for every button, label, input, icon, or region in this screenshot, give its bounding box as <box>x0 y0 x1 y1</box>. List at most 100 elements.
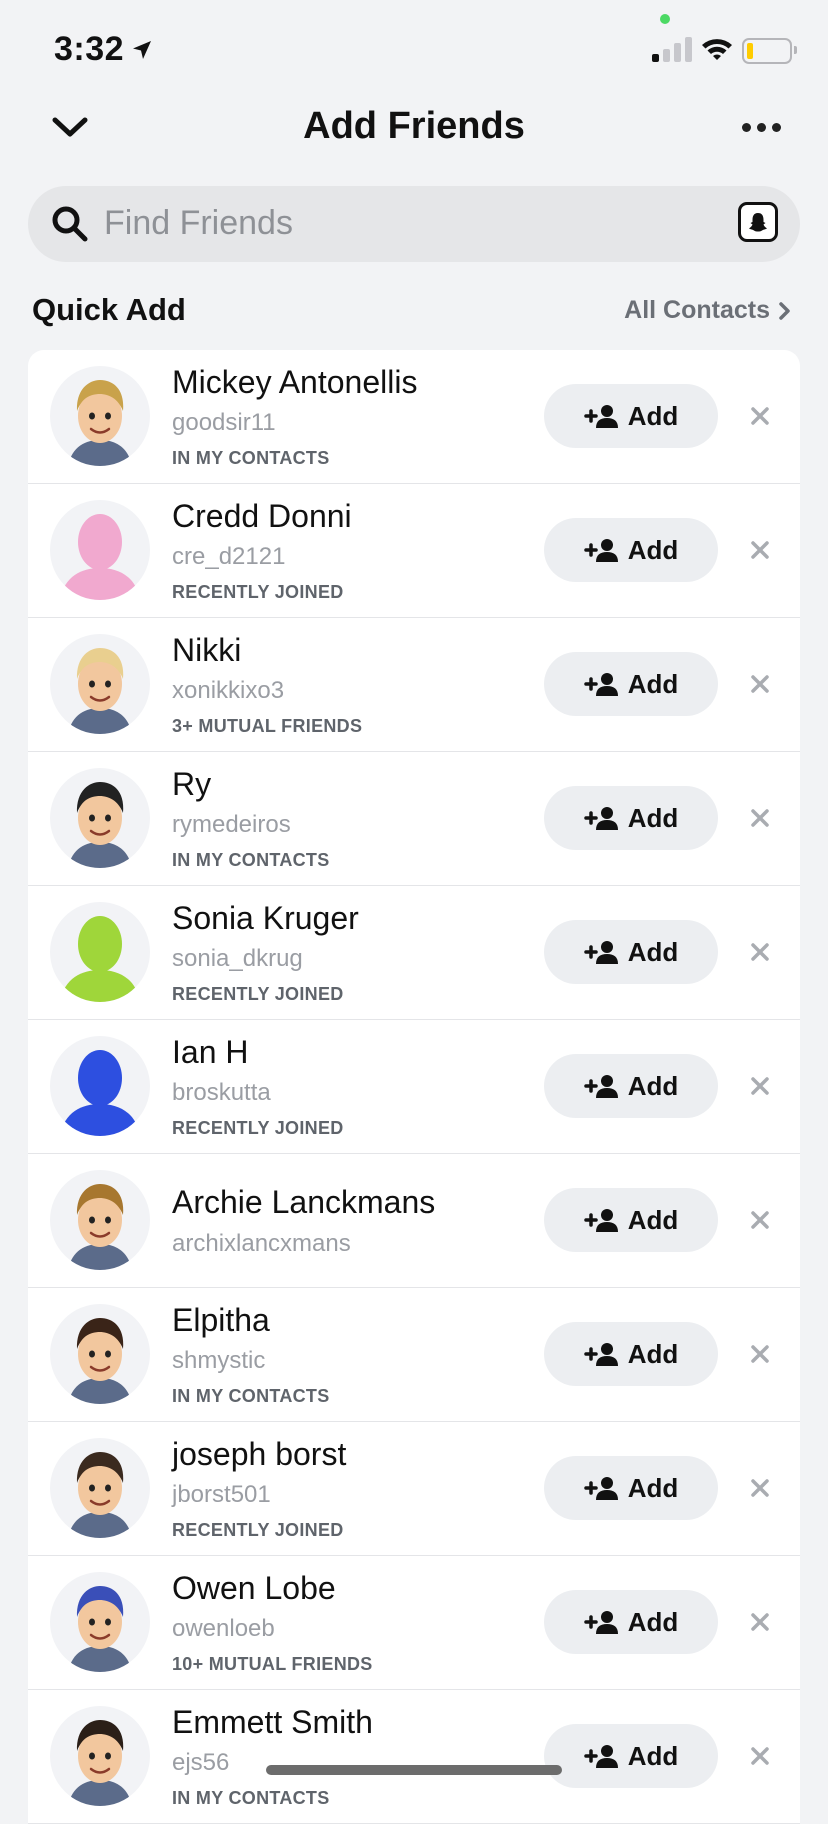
friend-reason: IN MY CONTACTS <box>172 1386 330 1406</box>
avatar[interactable] <box>50 902 150 1002</box>
friend-name: Nikki <box>172 632 242 668</box>
dismiss-button[interactable] <box>742 1604 778 1640</box>
add-button-label: Add <box>627 1606 679 1637</box>
list-item[interactable]: Nikki xonikkixo3 3+ MUTUAL FRIENDS Add <box>28 618 800 752</box>
add-button-label: Add <box>627 936 679 967</box>
avatar[interactable] <box>50 768 150 868</box>
avatar[interactable] <box>50 1706 150 1806</box>
close-icon <box>751 1345 769 1363</box>
dismiss-button[interactable] <box>742 1336 778 1372</box>
add-friend-button[interactable]: Add <box>544 384 718 448</box>
dismiss-button[interactable] <box>742 1738 778 1774</box>
more-options-button[interactable] <box>736 109 786 145</box>
location-arrow-icon <box>130 38 154 67</box>
dismiss-button[interactable] <box>742 532 778 568</box>
add-button-label: Add <box>627 1740 679 1771</box>
add-button-label: Add <box>627 1070 679 1101</box>
friend-name: Ian H <box>172 1034 249 1070</box>
ghost-icon <box>749 213 767 232</box>
close-icon <box>751 541 769 559</box>
add-friend-button[interactable]: Add <box>544 786 718 850</box>
add-friend-button[interactable]: Add <box>544 1456 718 1520</box>
friend-username: cre_d2121 <box>172 543 286 570</box>
dismiss-button[interactable] <box>742 1202 778 1238</box>
dismiss-button[interactable] <box>742 1068 778 1104</box>
list-item[interactable]: Credd Donni cre_d2121 RECENTLY JOINED Ad… <box>28 484 800 618</box>
avatar[interactable] <box>50 1036 150 1136</box>
list-item[interactable]: Mickey Antonellis goodsir11 IN MY CONTAC… <box>28 350 800 484</box>
all-contacts-link[interactable]: All Contacts <box>624 296 792 325</box>
add-friend-icon <box>583 1209 618 1232</box>
dismiss-button[interactable] <box>742 398 778 434</box>
add-friend-button[interactable]: Add <box>544 1322 718 1386</box>
friend-username: goodsir11 <box>172 409 276 436</box>
dismiss-button[interactable] <box>742 934 778 970</box>
add-friend-button[interactable]: Add <box>544 1724 718 1788</box>
friend-reason: IN MY CONTACTS <box>172 850 330 870</box>
friend-name: Owen Lobe <box>172 1570 336 1606</box>
list-item[interactable]: joseph borst jborst501 RECENTLY JOINED A… <box>28 1422 800 1556</box>
add-button-label: Add <box>627 802 679 833</box>
close-icon <box>751 809 769 827</box>
add-button-label: Add <box>627 400 679 431</box>
search-bar[interactable]: Find Friends <box>28 186 800 262</box>
list-item[interactable]: Emmett Smith ejs56 IN MY CONTACTS Add <box>28 1690 800 1824</box>
list-item[interactable]: Archie Lanckmans archixlancxmans Add <box>28 1154 800 1288</box>
avatar[interactable] <box>50 634 150 734</box>
list-item[interactable]: Ian H broskutta RECENTLY JOINED Add <box>28 1020 800 1154</box>
dismiss-button[interactable] <box>742 666 778 702</box>
search-input[interactable]: Find Friends <box>104 204 293 243</box>
list-item[interactable]: Sonia Kruger sonia_dkrug RECENTLY JOINED… <box>28 886 800 1020</box>
add-friend-icon <box>583 941 618 964</box>
avatar[interactable] <box>50 366 150 466</box>
add-button-label: Add <box>627 668 679 699</box>
friend-reason: RECENTLY JOINED <box>172 582 344 602</box>
list-item[interactable]: Owen Lobe owenloeb 10+ MUTUAL FRIENDS Ad… <box>28 1556 800 1690</box>
add-button-label: Add <box>627 1338 679 1369</box>
battery-icon <box>742 38 797 64</box>
close-icon <box>751 1613 769 1631</box>
add-friend-button[interactable]: Add <box>544 920 718 984</box>
close-icon <box>751 1479 769 1497</box>
friend-reason: IN MY CONTACTS <box>172 448 330 468</box>
avatar[interactable] <box>50 1438 150 1538</box>
more-dots-icon <box>741 122 751 132</box>
avatar[interactable] <box>50 1304 150 1404</box>
add-button-label: Add <box>627 1472 679 1503</box>
quick-add-list: Mickey Antonellis goodsir11 IN MY CONTAC… <box>28 350 800 1824</box>
avatar[interactable] <box>50 1572 150 1672</box>
friend-username: xonikkixo3 <box>172 677 285 704</box>
friend-username: rymedeiros <box>172 811 291 838</box>
close-icon <box>751 1211 769 1229</box>
dismiss-button[interactable] <box>742 1470 778 1506</box>
add-friend-icon <box>583 405 618 428</box>
search-icon <box>50 204 90 249</box>
home-indicator[interactable] <box>266 1765 562 1775</box>
friend-reason: 10+ MUTUAL FRIENDS <box>172 1654 373 1674</box>
close-icon <box>751 943 769 961</box>
friend-name: Ry <box>172 766 212 802</box>
page-title: Add Friends <box>303 105 525 147</box>
avatar[interactable] <box>50 1170 150 1270</box>
add-friend-icon <box>583 1343 618 1366</box>
add-friend-button[interactable]: Add <box>544 518 718 582</box>
list-item[interactable]: Elpitha shmystic IN MY CONTACTS Add <box>28 1288 800 1422</box>
add-friend-button[interactable]: Add <box>544 1590 718 1654</box>
add-friend-button[interactable]: Add <box>544 652 718 716</box>
chevron-right-icon <box>779 301 790 320</box>
friend-name: Archie Lanckmans <box>172 1184 436 1220</box>
add-friend-icon <box>583 1611 618 1634</box>
friend-username: sonia_dkrug <box>172 945 303 972</box>
friend-name: Mickey Antonellis <box>172 364 418 400</box>
add-friend-button[interactable]: Add <box>544 1188 718 1252</box>
dismiss-button[interactable] <box>742 800 778 836</box>
add-friend-button[interactable]: Add <box>544 1054 718 1118</box>
header: Add Friends <box>0 95 828 161</box>
add-button-label: Add <box>627 534 679 565</box>
friend-username: broskutta <box>172 1079 271 1106</box>
friend-name: Credd Donni <box>172 498 352 534</box>
list-item[interactable]: Ry rymedeiros IN MY CONTACTS Add <box>28 752 800 886</box>
snapcode-scan-button[interactable] <box>738 202 778 242</box>
add-friend-icon <box>583 539 618 562</box>
avatar[interactable] <box>50 500 150 600</box>
